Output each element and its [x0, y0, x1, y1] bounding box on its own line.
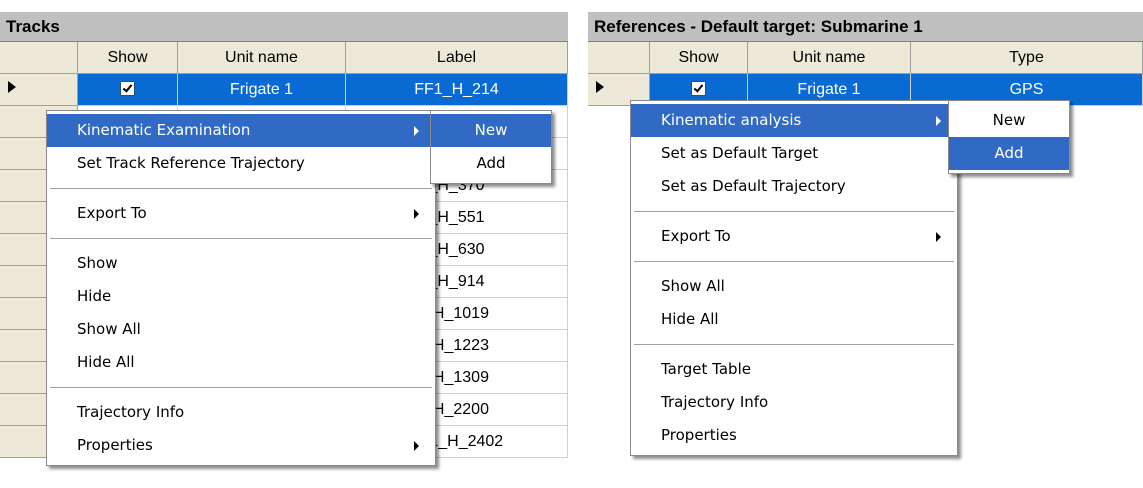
menu-item-label: Trajectory Info: [661, 393, 769, 411]
menu-item-label: Add: [994, 144, 1024, 162]
menu-item-label: Set as Default Trajectory: [661, 177, 846, 195]
menu-item-label: Properties: [77, 436, 153, 454]
menu-separator: [50, 387, 432, 388]
submenu-arrow-icon: [936, 116, 941, 126]
menu-item-label: Show All: [661, 277, 725, 295]
menu-item-label: Hide: [77, 287, 112, 305]
tracks-context-menu: Kinematic Examination Set Track Reference…: [46, 110, 436, 466]
column-header-label[interactable]: Label: [346, 42, 568, 74]
menu-item-label: Export To: [661, 227, 731, 245]
references-title: References - Default target: Submarine 1: [588, 12, 1143, 42]
menu-separator: [50, 238, 432, 239]
menu-item-label: Kinematic analysis: [661, 111, 802, 129]
menu-item-kinematic-analysis[interactable]: Kinematic analysis: [631, 104, 957, 137]
tracks-header-row: Show Unit name Label: [0, 42, 568, 74]
menu-item-show-all[interactable]: Show All: [47, 313, 435, 346]
row-header-corner: [588, 42, 650, 74]
menu-item-show[interactable]: Show: [47, 247, 435, 280]
menu-item-label: New: [992, 111, 1026, 129]
menu-item-set-as-default-trajectory[interactable]: Set as Default Trajectory: [631, 170, 957, 203]
references-kinematic-submenu: New Add: [948, 100, 1070, 174]
column-header-unit-name[interactable]: Unit name: [748, 42, 911, 74]
table-row[interactable]: Frigate 1 FF1_H_214: [0, 74, 568, 106]
row-header-corner: [0, 42, 78, 74]
menu-item-label: Properties: [661, 426, 737, 444]
column-header-type[interactable]: Type: [911, 42, 1143, 74]
menu-item-export-to[interactable]: Export To: [47, 197, 435, 230]
show-checkbox[interactable]: [120, 81, 135, 97]
menu-item-properties[interactable]: Properties: [47, 429, 435, 462]
menu-item-label: New: [474, 121, 508, 139]
label-cell[interactable]: FF1_H_214: [346, 74, 568, 106]
menu-item-label: Add: [476, 154, 506, 172]
menu-item-label: Show All: [77, 320, 141, 338]
menu-item-label: Export To: [77, 204, 147, 222]
menu-item-set-track-reference-trajectory[interactable]: Set Track Reference Trajectory: [47, 147, 435, 180]
show-checkbox[interactable]: [691, 81, 706, 97]
show-cell[interactable]: [78, 74, 178, 106]
menu-item-hide-all[interactable]: Hide All: [47, 346, 435, 379]
menu-item-trajectory-info[interactable]: Trajectory Info: [631, 386, 957, 419]
menu-separator: [634, 344, 954, 345]
menu-item-label: Show: [77, 254, 118, 272]
row-header[interactable]: [0, 74, 78, 106]
tracks-title: Tracks: [0, 12, 568, 42]
menu-item-properties[interactable]: Properties: [631, 419, 957, 452]
submenu-arrow-icon: [414, 126, 419, 136]
menu-item-add[interactable]: Add: [949, 137, 1069, 170]
menu-separator: [50, 188, 432, 189]
menu-item-add[interactable]: Add: [431, 147, 551, 180]
menu-item-label: Kinematic Examination: [77, 121, 251, 139]
menu-item-label: Target Table: [661, 360, 751, 378]
column-header-show[interactable]: Show: [650, 42, 748, 74]
menu-item-new[interactable]: New: [949, 104, 1069, 137]
submenu-arrow-icon: [414, 209, 419, 219]
submenu-arrow-icon: [936, 232, 941, 242]
column-header-show[interactable]: Show: [78, 42, 178, 74]
menu-item-hide-all[interactable]: Hide All: [631, 303, 957, 336]
menu-separator: [634, 211, 954, 212]
submenu-arrow-icon: [414, 441, 419, 451]
column-header-unit-name[interactable]: Unit name: [178, 42, 346, 74]
menu-item-show-all[interactable]: Show All: [631, 270, 957, 303]
menu-item-trajectory-info[interactable]: Trajectory Info: [47, 396, 435, 429]
menu-item-set-as-default-target[interactable]: Set as Default Target: [631, 137, 957, 170]
references-context-menu: Kinematic analysis Set as Default Target S…: [630, 100, 958, 456]
menu-item-label: Hide All: [661, 310, 719, 328]
tracks-kinematic-submenu: New Add: [430, 110, 552, 184]
menu-item-label: Set as Default Target: [661, 144, 819, 162]
menu-item-kinematic-examination[interactable]: Kinematic Examination: [47, 114, 435, 147]
menu-item-label: Set Track Reference Trajectory: [77, 154, 305, 172]
menu-item-target-table[interactable]: Target Table: [631, 353, 957, 386]
menu-item-hide[interactable]: Hide: [47, 280, 435, 313]
references-header-row: Show Unit name Type: [588, 42, 1143, 74]
menu-item-export-to[interactable]: Export To: [631, 220, 957, 253]
menu-item-label: Trajectory Info: [77, 403, 185, 421]
menu-item-label: Hide All: [77, 353, 135, 371]
unit-name-cell[interactable]: Frigate 1: [178, 74, 346, 106]
menu-separator: [634, 261, 954, 262]
menu-item-new[interactable]: New: [431, 114, 551, 147]
